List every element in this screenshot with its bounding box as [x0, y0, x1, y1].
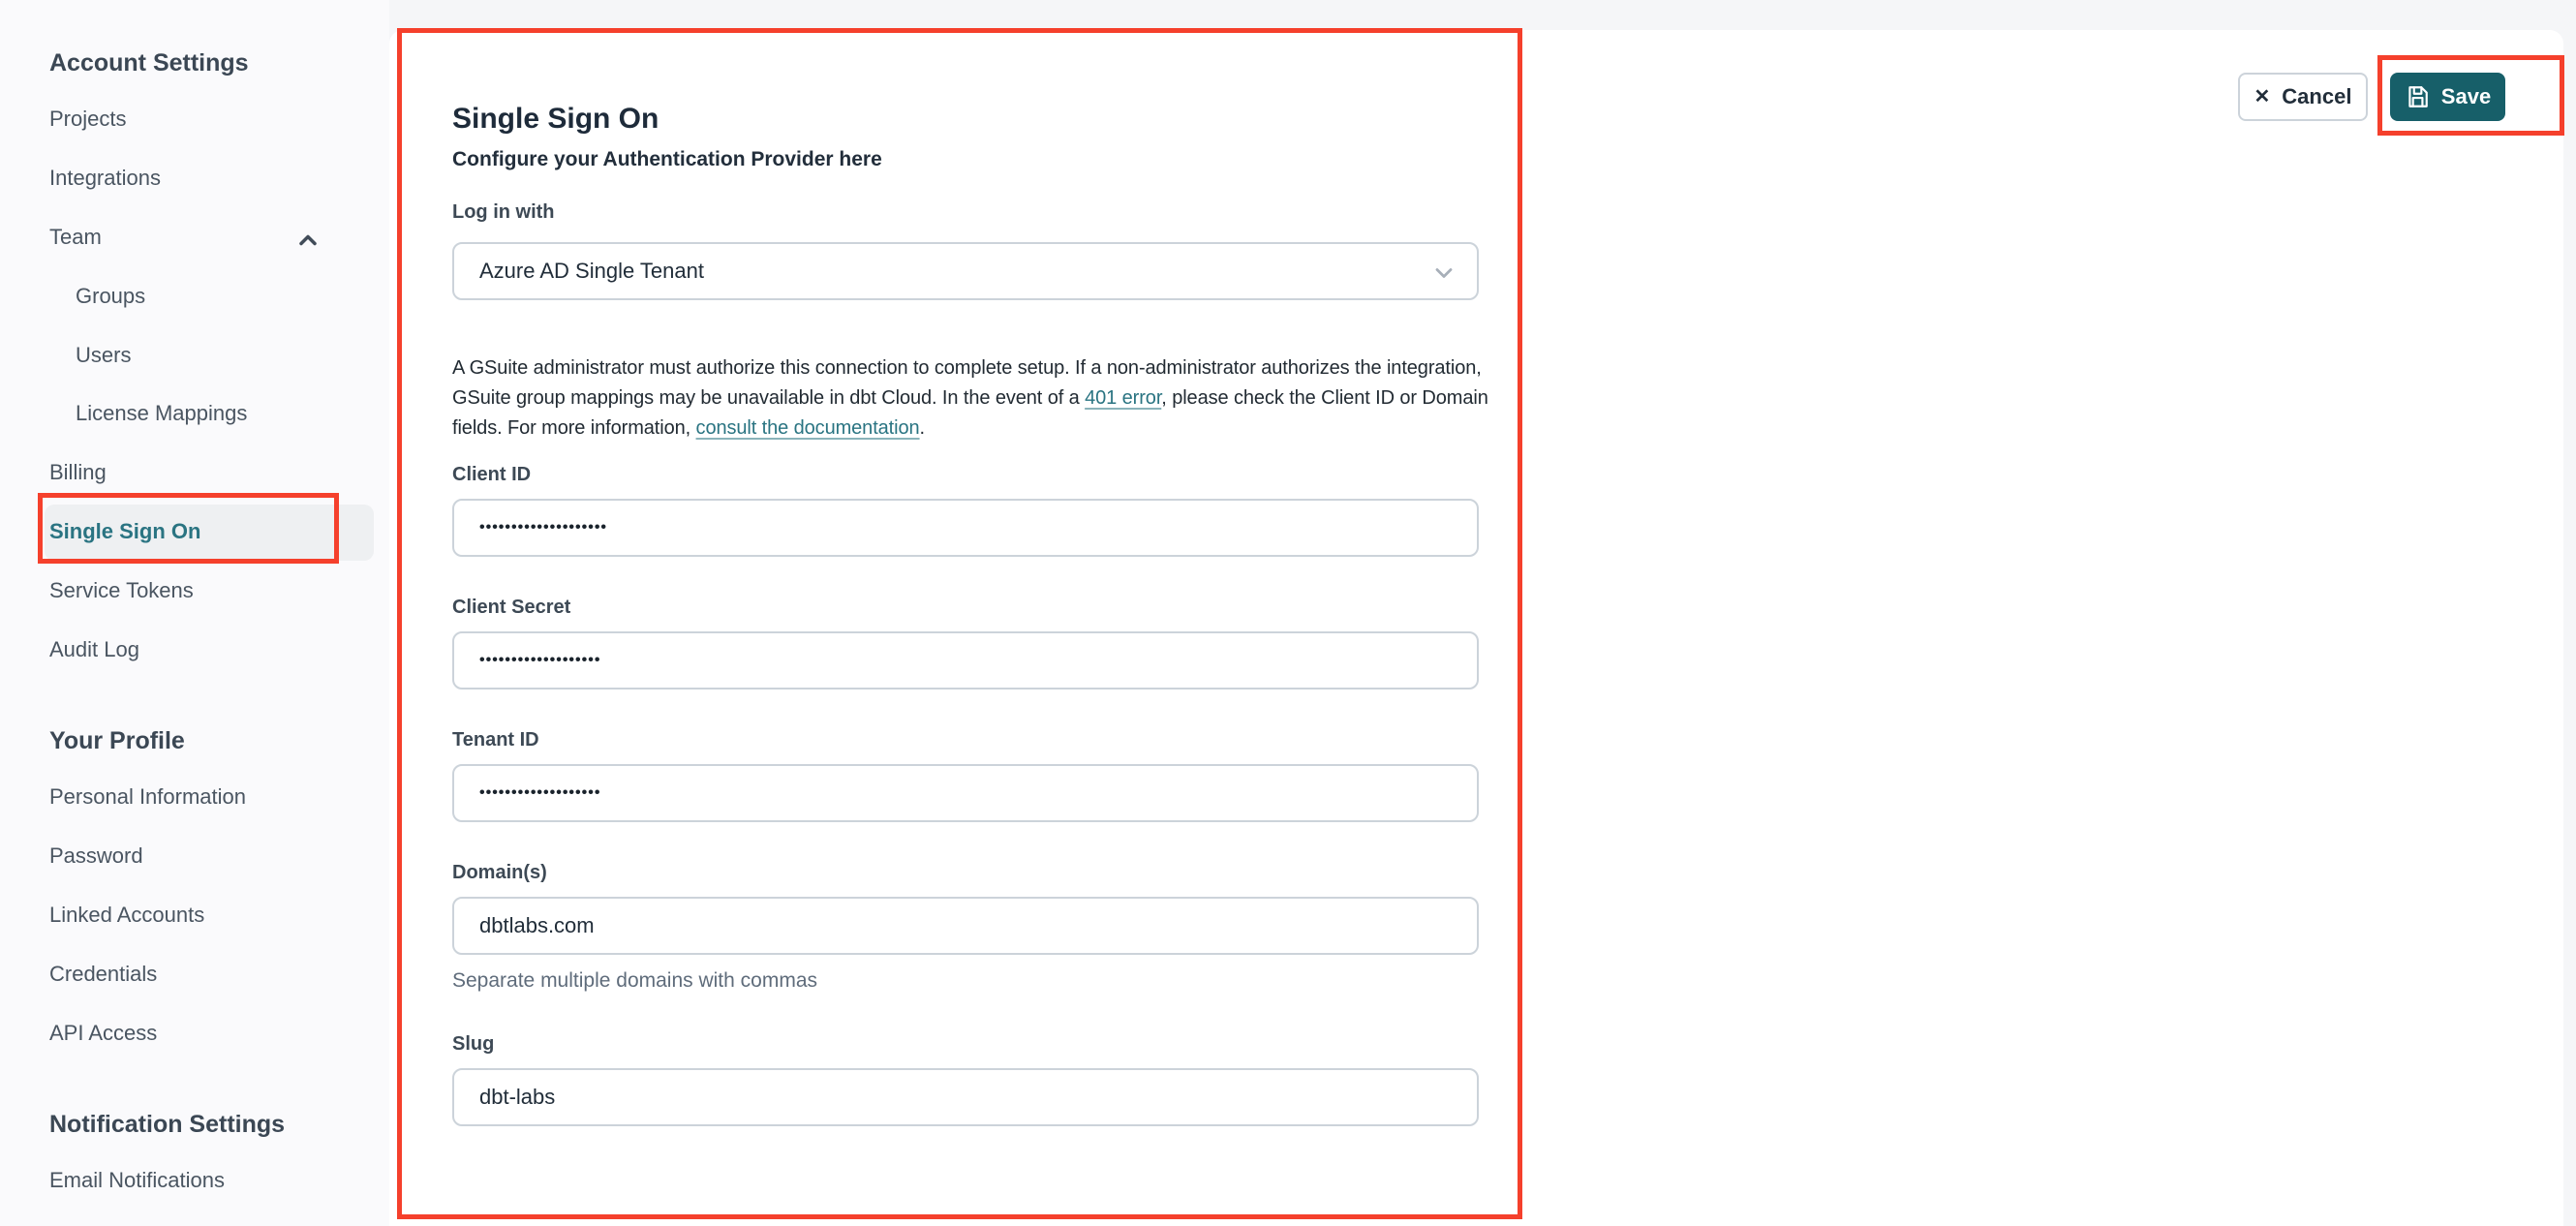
tenant-id-input[interactable]: •••••••••••••••••••: [452, 764, 1479, 822]
sidebar-item-projects[interactable]: Projects: [49, 106, 126, 133]
cancel-button-label: Cancel: [2282, 84, 2352, 108]
settings-sidebar: Account Settings Projects Integrations T…: [0, 0, 389, 1226]
chevron-up-icon[interactable]: [294, 227, 322, 254]
account-settings-page: Account Settings Projects Integrations T…: [0, 0, 2576, 1226]
sidebar-item-groups[interactable]: Groups: [76, 283, 145, 310]
sidebar-item-license-mappings[interactable]: License Mappings: [76, 400, 247, 427]
domains-label: Domain(s): [452, 862, 547, 883]
save-button[interactable]: Save: [2390, 73, 2505, 121]
sidebar-section-account-settings: Account Settings: [49, 49, 249, 77]
sidebar-item-personal-information[interactable]: Personal Information: [49, 783, 246, 811]
client-id-value: ••••••••••••••••••••: [479, 519, 608, 536]
gsuite-notice-text: A GSuite administrator must authorize th…: [452, 353, 1503, 444]
login-with-label: Log in with: [452, 201, 555, 223]
slug-label: Slug: [452, 1033, 495, 1055]
login-with-select[interactable]: Azure AD Single Tenant: [452, 242, 1479, 300]
sidebar-item-linked-accounts[interactable]: Linked Accounts: [49, 902, 204, 929]
slug-input[interactable]: dbt-labs: [452, 1068, 1479, 1126]
client-id-label: Client ID: [452, 464, 532, 485]
x-icon: ✕: [2254, 86, 2271, 107]
single-sign-on-panel: Single Sign On Configure your Authentica…: [389, 30, 2563, 1226]
sidebar-item-billing[interactable]: Billing: [49, 459, 107, 486]
sidebar-item-password[interactable]: Password: [49, 843, 143, 870]
save-button-label: Save: [2440, 84, 2492, 108]
sidebar-item-service-tokens[interactable]: Service Tokens: [49, 577, 194, 604]
sidebar-item-integrations[interactable]: Integrations: [49, 165, 161, 192]
domains-helper-text: Separate multiple domains with commas: [452, 969, 817, 992]
tenant-id-label: Tenant ID: [452, 729, 539, 751]
sidebar-item-team[interactable]: Team: [49, 224, 102, 251]
domains-input[interactable]: dbtlabs.com: [452, 897, 1479, 955]
client-secret-label: Client Secret: [452, 597, 571, 618]
slug-value: dbt-labs: [479, 1085, 556, 1109]
401-error-link[interactable]: 401 error: [1085, 387, 1161, 409]
notice-part-3: .: [919, 417, 926, 439]
sidebar-item-single-sign-on[interactable]: Single Sign On: [49, 518, 200, 545]
page-title: Single Sign On: [452, 103, 659, 136]
domains-value: dbtlabs.com: [479, 913, 595, 937]
client-secret-value: •••••••••••••••••••: [479, 652, 601, 668]
save-floppy-icon: [2405, 84, 2430, 109]
cancel-button[interactable]: ✕ Cancel: [2238, 73, 2368, 121]
sidebar-item-audit-log[interactable]: Audit Log: [49, 636, 139, 663]
tenant-id-value: •••••••••••••••••••: [479, 784, 601, 801]
chevron-down-icon: [1430, 260, 1457, 287]
sidebar-item-api-access[interactable]: API Access: [49, 1020, 157, 1047]
login-with-selected-value: Azure AD Single Tenant: [479, 259, 704, 283]
sidebar-item-users[interactable]: Users: [76, 342, 131, 369]
sidebar-section-notification-settings: Notification Settings: [49, 1111, 286, 1138]
sidebar-item-email-notifications[interactable]: Email Notifications: [49, 1167, 225, 1194]
documentation-link[interactable]: consult the documentation: [696, 417, 920, 439]
sidebar-item-credentials[interactable]: Credentials: [49, 961, 157, 988]
sidebar-section-your-profile: Your Profile: [49, 727, 185, 754]
client-id-input[interactable]: ••••••••••••••••••••: [452, 499, 1479, 557]
page-subtitle: Configure your Authentication Provider h…: [452, 148, 882, 170]
client-secret-input[interactable]: •••••••••••••••••••: [452, 631, 1479, 690]
